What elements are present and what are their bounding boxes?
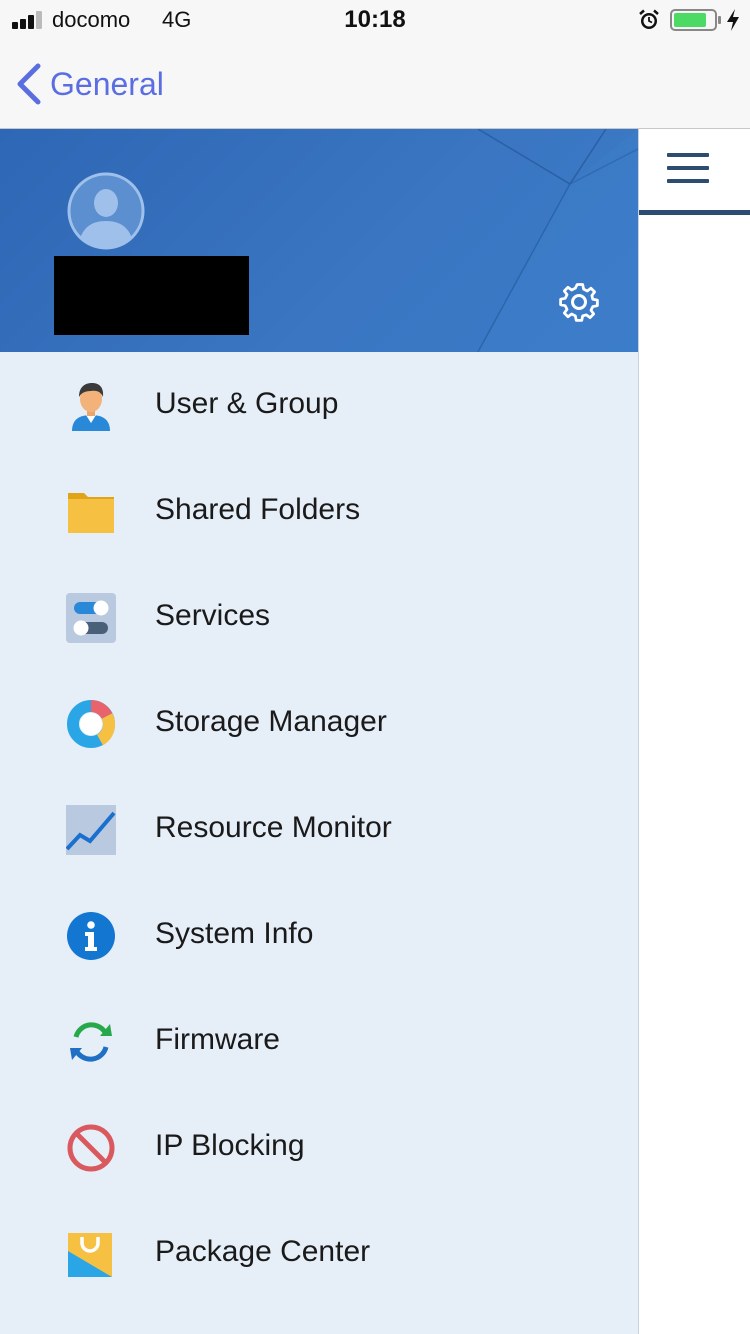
menu-item-user-group[interactable]: User & Group	[0, 352, 638, 458]
menu-item-system-info[interactable]: System Info	[0, 882, 638, 988]
menu-item-firmware[interactable]: Firmware	[0, 988, 638, 1094]
folder-icon	[68, 493, 114, 533]
menu-item-label: IP Blocking	[155, 1129, 305, 1162]
alarm-icon	[639, 9, 659, 29]
info-icon	[67, 912, 115, 960]
gear-icon[interactable]	[556, 279, 602, 325]
menu-item-label: Services	[155, 599, 271, 632]
menu-item-label: System Info	[155, 917, 314, 950]
chevron-left-icon	[17, 63, 41, 105]
menu-item-label: Package Center	[155, 1235, 371, 1268]
menu-item-package-center[interactable]: Package Center	[0, 1200, 638, 1306]
navigation-bar: General	[0, 40, 750, 129]
donut-chart-icon	[67, 700, 115, 748]
back-button[interactable]: General	[14, 60, 164, 108]
menu-item-shared-folders[interactable]: Shared Folders	[0, 458, 638, 564]
menu-item-label: Firmware	[155, 1023, 280, 1056]
redacted-username	[54, 256, 249, 335]
back-label: General	[50, 65, 164, 102]
menu-item-label: User & Group	[155, 387, 339, 420]
line-chart-icon	[66, 805, 116, 855]
menu-item-services[interactable]: Services	[0, 564, 638, 670]
toggles-icon	[66, 593, 116, 643]
menu-item-storage-manager[interactable]: Storage Manager	[0, 670, 638, 776]
menu-item-label: Shared Folders	[155, 493, 361, 526]
user-icon	[72, 383, 110, 431]
menu-item-resource-monitor[interactable]: Resource Monitor	[0, 776, 638, 882]
status-bar: docomo 4G 10:18	[0, 0, 750, 40]
drawer-header	[0, 129, 638, 352]
drawer-menu: User & Group Shared Folders Services Sto…	[0, 352, 638, 1306]
menu-item-ip-blocking[interactable]: IP Blocking	[0, 1094, 638, 1200]
side-drawer: User & Group Shared Folders Services Sto…	[0, 129, 639, 1334]
avatar[interactable]	[66, 171, 146, 251]
main-content	[639, 129, 750, 1334]
content-header-underline	[639, 210, 750, 215]
refresh-icon	[70, 1022, 112, 1062]
battery-icon	[670, 9, 721, 31]
block-icon	[67, 1124, 115, 1172]
menu-item-label: Storage Manager	[155, 705, 387, 738]
charging-bolt-icon	[727, 9, 739, 31]
hamburger-menu-icon[interactable]	[667, 153, 709, 185]
menu-item-label: Resource Monitor	[155, 811, 392, 844]
shopping-bag-icon	[68, 1233, 112, 1277]
